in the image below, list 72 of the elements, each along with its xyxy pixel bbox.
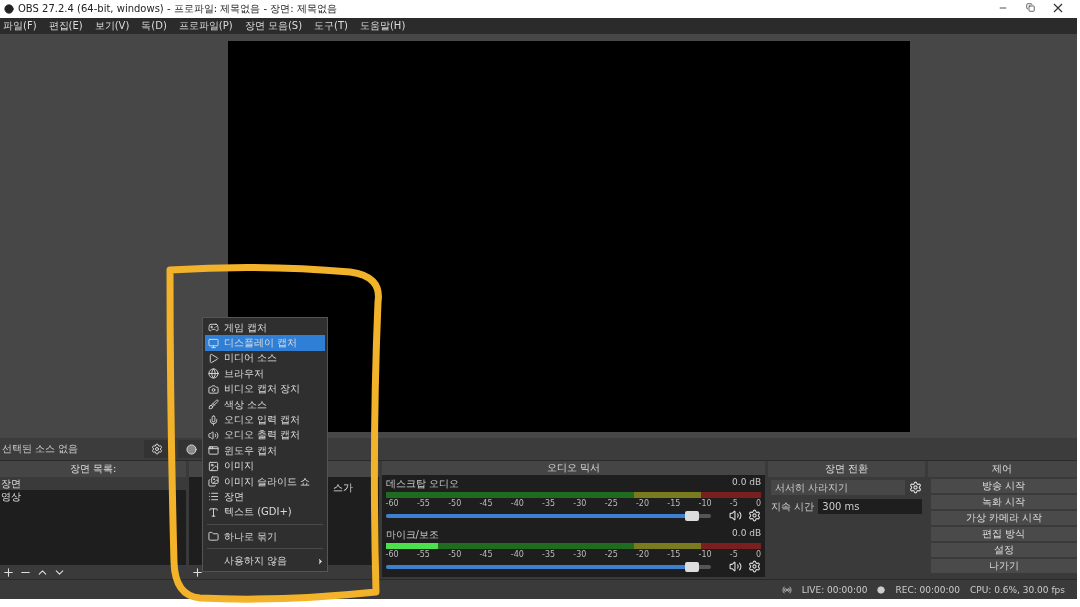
menu-item[interactable]: 독(D) xyxy=(141,19,167,33)
scale-label: -5 xyxy=(729,550,738,559)
dock-title: 제어 xyxy=(992,462,1013,476)
menu-item[interactable]: 파일(F) xyxy=(3,19,37,33)
cpu-stats: CPU: 0.6%, 30.00 fps xyxy=(970,584,1065,595)
control-button[interactable]: 가상 카메라 시작 xyxy=(930,511,1077,525)
scale-label: -30 xyxy=(573,550,587,559)
menu-item[interactable]: 사용하지 않음 xyxy=(205,553,325,569)
menu-item[interactable]: 도움말(H) xyxy=(359,19,406,33)
dock-header: 장면 목록: xyxy=(0,461,187,477)
control-button[interactable]: 설정 xyxy=(930,543,1077,557)
scale-label: -25 xyxy=(604,550,618,559)
scale-label: -35 xyxy=(542,550,556,559)
channel-name: 마이크/보조 xyxy=(385,528,439,542)
menu-item[interactable]: 하나로 묶기 xyxy=(205,529,325,545)
source-hint-text: 스가 xyxy=(332,481,353,495)
scale-label: -55 xyxy=(416,550,430,559)
menu-item[interactable]: 미디어 소스 xyxy=(205,350,325,367)
scale-label: -60 xyxy=(385,499,399,508)
menu-item[interactable]: 보기(V) xyxy=(94,19,130,33)
scale-label: -10 xyxy=(698,499,712,508)
control-button[interactable]: 방송 시작 xyxy=(930,479,1077,493)
scale-label: -30 xyxy=(573,499,587,508)
scale-label: -35 xyxy=(542,499,556,508)
window-title: OBS 27.2.4 (64-bit, windows) - 프로파일: 제목없음 - 장면: 제목없음 xyxy=(18,2,337,16)
channel-name: 데스크탑 오디오 xyxy=(385,477,459,491)
channel-reading: 0.0 dB xyxy=(732,528,762,540)
scale-label: -15 xyxy=(667,499,681,508)
control-button[interactable]: 나가기 xyxy=(930,559,1077,573)
control-button[interactable]: 녹화 시작 xyxy=(930,495,1077,509)
scale-label: -20 xyxy=(635,550,650,559)
control-button[interactable]: 편집 방식 xyxy=(930,527,1077,541)
menu-item[interactable]: 장면 xyxy=(205,489,325,505)
source-status-label: 선택된 소스 없음 xyxy=(2,442,80,456)
menu-item[interactable]: 편집(E) xyxy=(48,19,83,33)
menu-item[interactable]: 비디오 캡처 장치 xyxy=(205,381,325,397)
duration-label: 지속 시간 xyxy=(771,499,815,514)
menu-item[interactable]: 장면 모음(S) xyxy=(244,19,303,33)
live-time: LIVE: 00:00:00 xyxy=(801,584,868,595)
scale-label: -5 xyxy=(729,499,738,508)
scale-label: -10 xyxy=(698,550,712,559)
menu-item[interactable]: 오디오 출력 캡처 xyxy=(205,427,325,444)
menu-item[interactable]: 프로파일(P) xyxy=(178,19,233,33)
scale-label: -45 xyxy=(479,499,493,508)
transition-select[interactable]: 서서히 사라지기 xyxy=(771,480,905,495)
menu-item[interactable]: 윈도우 캡처 xyxy=(205,443,325,459)
menu-item[interactable]: 색상 소스 xyxy=(205,396,325,413)
menu-item[interactable]: 이미지 슬라이드 쇼 xyxy=(205,473,325,490)
scale-label: -45 xyxy=(479,550,493,559)
scale-label: -40 xyxy=(510,499,524,508)
scale-label: -40 xyxy=(510,550,524,559)
menu-item[interactable]: 오디오 입력 캡처 xyxy=(205,412,325,428)
scale-label: -25 xyxy=(604,499,618,508)
scale-label: -15 xyxy=(667,550,681,559)
channel-reading: 0.0 dB xyxy=(732,477,762,489)
scale-label: 0 xyxy=(756,550,762,559)
menu-item[interactable]: 게임 캡처 xyxy=(205,320,325,336)
menu-item[interactable]: 브라우저 xyxy=(205,366,325,382)
menu-item[interactable]: 도구(T) xyxy=(314,19,348,33)
dock-title: 장면 전환 xyxy=(824,462,868,476)
rec-time: REC: 00:00:00 xyxy=(895,584,960,595)
scene-item[interactable]: 장면 xyxy=(0,477,187,490)
scale-label: -60 xyxy=(385,550,399,559)
scale-label: -55 xyxy=(416,499,430,508)
scale-label: -20 xyxy=(635,499,650,508)
scale-label: 0 xyxy=(756,499,762,508)
menu-item[interactable]: 이미지 xyxy=(205,458,325,474)
menu-item[interactable]: 텍스트 (GDI+) xyxy=(205,504,325,521)
scale-label: -50 xyxy=(448,499,462,508)
duration-field[interactable]: 300 ms xyxy=(818,499,922,514)
scale-label: -50 xyxy=(448,550,462,559)
dock-title: 오디오 믹서 xyxy=(546,461,600,475)
